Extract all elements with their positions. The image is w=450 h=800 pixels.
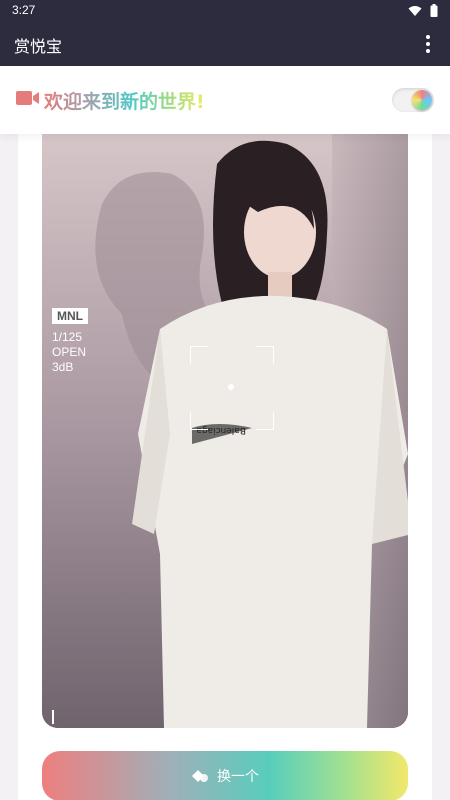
status-bar: 3:27: [0, 0, 450, 22]
switch-button-label: 换一个: [217, 769, 259, 785]
toggle-knob: [412, 90, 432, 110]
video-camera-icon: [16, 91, 39, 105]
status-time: 3:27: [12, 3, 36, 17]
aperture-value: OPEN: [52, 345, 87, 359]
shutter-speed: 1/125: [52, 330, 83, 344]
wifi-icon: [408, 5, 422, 16]
welcome-bar: 欢迎来到新的世界!: [0, 66, 450, 134]
video-player[interactable]: Balenciaga MNL 1/125 OPEN 3dB: [42, 134, 408, 728]
focus-frame: [190, 346, 274, 430]
switch-button[interactable]: 换一个: [42, 751, 408, 800]
video-frame-image: Balenciaga: [42, 134, 408, 728]
gain-value: 3dB: [52, 360, 74, 374]
progress-indicator: [52, 710, 54, 724]
app-title: 赏悦宝: [14, 37, 63, 56]
welcome-text: 欢迎来到新的世界!: [44, 87, 205, 114]
switch-icon: [192, 770, 208, 782]
battery-icon: [430, 4, 438, 17]
manual-mode-tag: MNL: [52, 308, 88, 324]
status-icons: [408, 4, 438, 17]
app-bar: 赏悦宝: [0, 22, 450, 66]
more-vertical-icon[interactable]: [416, 32, 440, 56]
theme-toggle[interactable]: [392, 88, 434, 112]
